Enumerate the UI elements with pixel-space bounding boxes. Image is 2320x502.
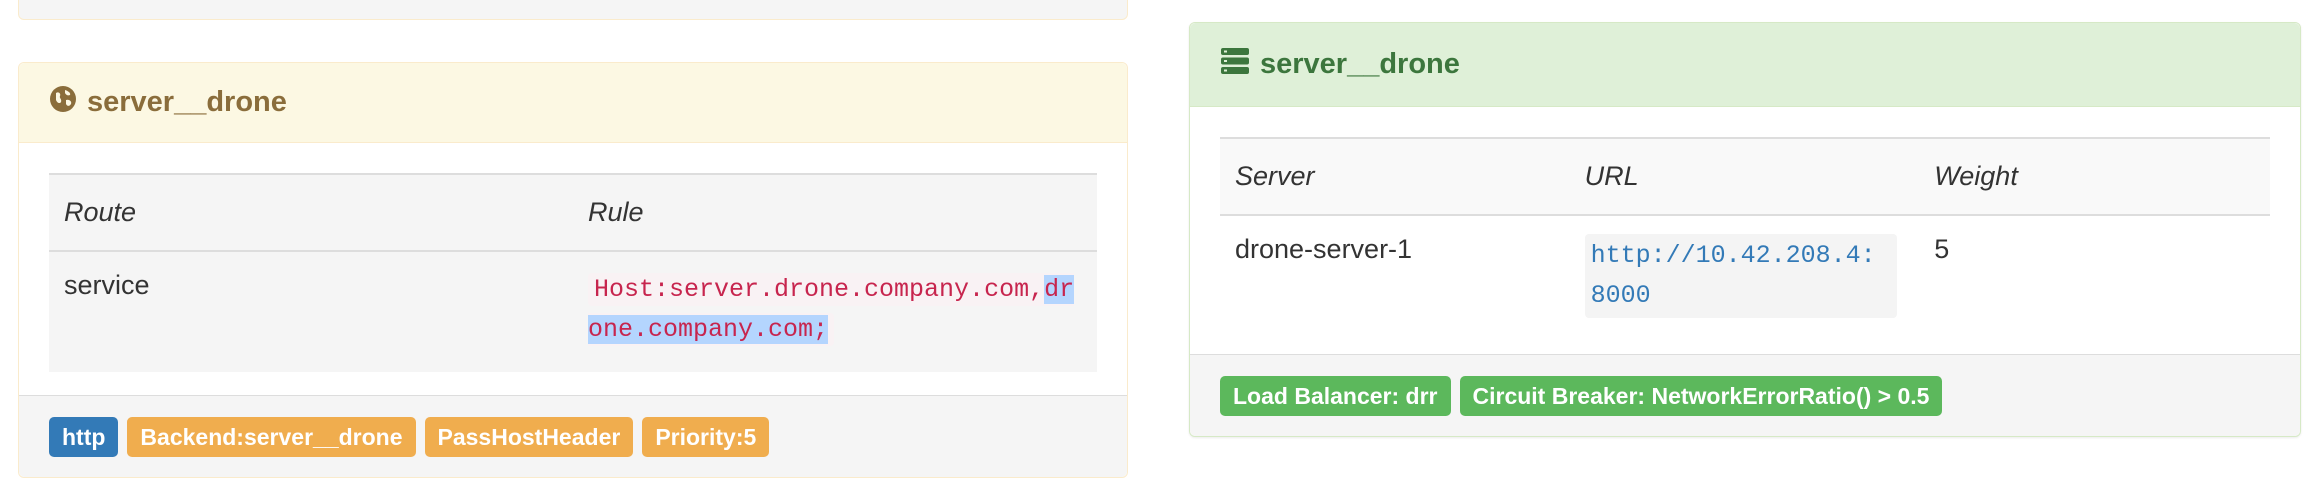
frontend-panel-heading: server__drone — [19, 63, 1127, 143]
server-column-header: Server — [1220, 137, 1570, 216]
priority-badge: Priority:5 — [642, 416, 770, 457]
servers-table-header: Server URL Weight — [1220, 137, 2270, 216]
backend-panel-body: Server URL Weight drone-server-1 http://… — [1190, 107, 2300, 366]
frontend-panel-body: Route Rule service Host:server.drone.com… — [19, 143, 1127, 402]
previous-frontend-panel-footer — [18, 0, 1128, 20]
url-column-header: URL — [1569, 137, 1920, 216]
servers-table: Server URL Weight drone-server-1 http://… — [1220, 137, 2270, 336]
backend-title: server__drone — [1260, 48, 1460, 80]
server-name: drone-server-1 — [1235, 234, 1413, 264]
entrypoint-badge: http — [49, 416, 119, 457]
globe-icon — [49, 85, 77, 121]
rule-cell: Host:server.drone.company.com,drone.comp… — [573, 251, 1097, 372]
load-balancer-badge: Load Balancer: drr — [1220, 375, 1451, 416]
route-column-header: Route — [49, 173, 573, 252]
frontend-panel: server__drone Route Rule service Host:se… — [18, 62, 1128, 478]
weight-column-header: Weight — [1919, 137, 2270, 216]
routes-table: Route Rule service Host:server.drone.com… — [49, 173, 1097, 372]
backend-panel: server__drone Server URL Weight drone-se… — [1189, 22, 2301, 437]
frontend-title: server__drone — [87, 86, 287, 118]
backend-panel-heading: server__drone — [1190, 23, 2300, 107]
frontend-panel-footer: http Backend:server__drone PassHostHeade… — [19, 395, 1127, 477]
url-cell: http://10.42.208.4:8000 — [1570, 215, 1920, 336]
pass-host-header-badge: PassHostHeader — [424, 416, 634, 457]
backend-panel-footer: Load Balancer: drr Circuit Breaker: Netw… — [1190, 354, 2300, 436]
server-weight: 5 — [1934, 234, 1950, 264]
rule-column-header: Rule — [573, 173, 1097, 252]
routes-table-header: Route Rule — [49, 173, 1097, 252]
rule-code[interactable]: Host:server.drone.company.com,drone.comp… — [588, 273, 1075, 346]
server-url[interactable]: http://10.42.208.4:8000 — [1584, 234, 1897, 318]
backend-badge: Backend:server__drone — [127, 416, 416, 457]
table-row: drone-server-1 http://10.42.208.4:8000 5 — [1220, 215, 2270, 336]
rule-text: Host:server.drone.company.com, — [594, 275, 1045, 304]
route-name: service — [64, 270, 150, 300]
circuit-breaker-badge: Circuit Breaker: NetworkErrorRatio() > 0… — [1459, 375, 1943, 416]
server-icon — [1220, 47, 1250, 83]
table-row: service Host:server.drone.company.com,dr… — [49, 251, 1097, 372]
